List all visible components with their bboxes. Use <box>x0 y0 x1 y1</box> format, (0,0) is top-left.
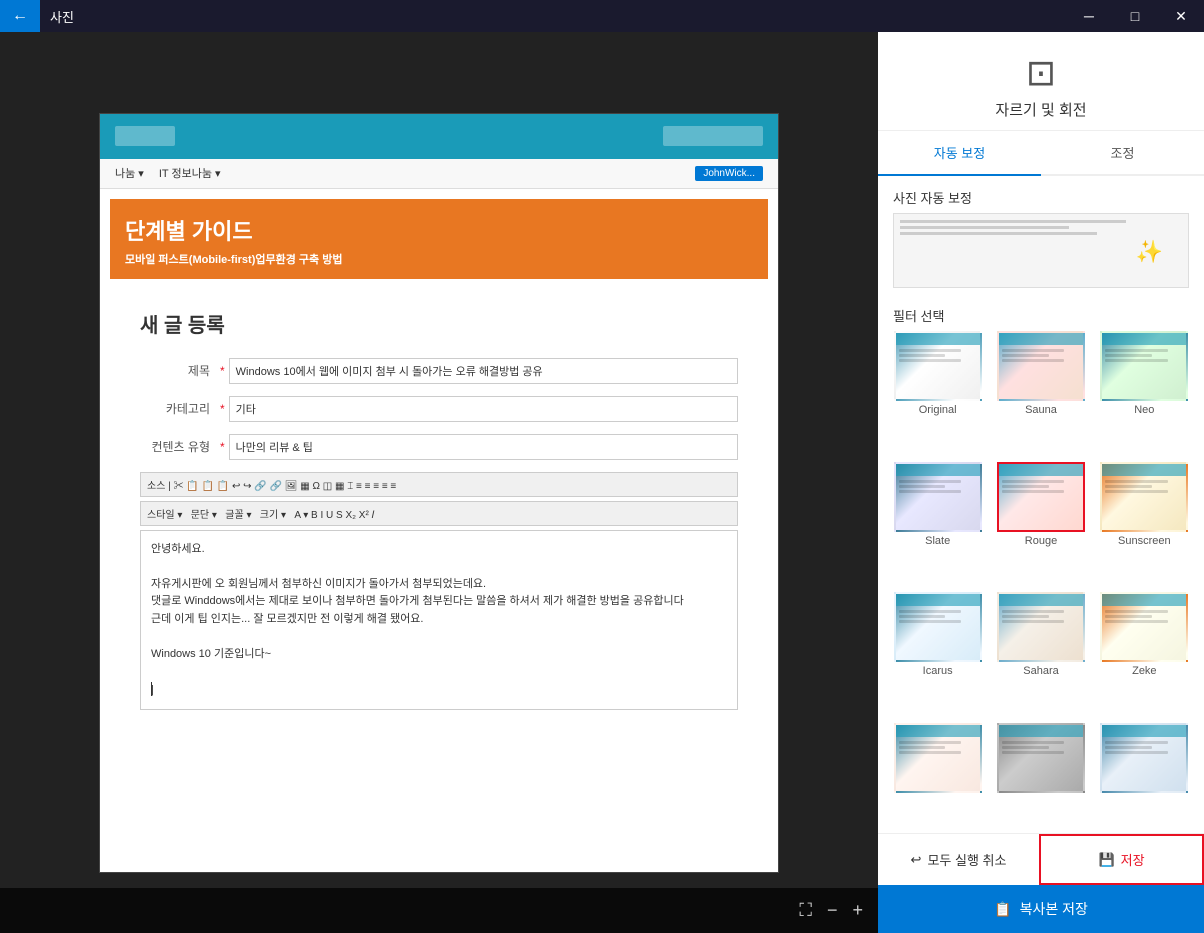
panel-header: ⊡ 자르기 및 회전 <box>878 32 1204 131</box>
wand-icon: ✨ <box>1136 239 1163 265</box>
fullscreen-button[interactable]: ⛶ <box>799 900 812 921</box>
filter-label-rouge: Rouge <box>1025 535 1057 547</box>
photo-area: 나눔 ▾ IT 정보나눔 ▾ JohnWick... 단계별 가이드 모바일 퍼… <box>0 32 878 933</box>
auto-preview-text <box>894 214 1188 241</box>
filter-item-sunscreen[interactable]: Sunscreen <box>1097 462 1192 585</box>
photo-preview: 나눔 ▾ IT 정보나눔 ▾ JohnWick... 단계별 가이드 모바일 퍼… <box>99 113 779 873</box>
form-row-category: 카테고리 * 기타 <box>140 396 738 422</box>
maximize-icon: □ <box>1131 8 1139 24</box>
photo-container: 나눔 ▾ IT 정보나눔 ▾ JohnWick... 단계별 가이드 모바일 퍼… <box>0 32 878 933</box>
editor-toolbar: 소스 | ✂ 📋 📋 📋 ↩ ↪ 🔗 🔗 🖼 ▦ Ω ◫ ▦ ⌶ ≡ ≡ ≡ ≡… <box>140 472 738 497</box>
close-icon: ✕ <box>1175 8 1187 25</box>
filter-label-icarus: Icarus <box>923 665 953 677</box>
minimize-icon: ─ <box>1084 8 1094 24</box>
form-heading: 새 글 등록 <box>140 309 738 338</box>
back-button[interactable]: ← <box>0 0 40 32</box>
banner-subtitle: 모바일 퍼스트(Mobile-first)업무환경 구축 방법 <box>125 251 753 267</box>
webpage-banner: 단계별 가이드 모바일 퍼스트(Mobile-first)업무환경 구축 방법 <box>110 199 768 279</box>
banner-title: 단계별 가이드 <box>125 214 753 246</box>
panel-title: 자르기 및 회전 <box>995 99 1086 120</box>
filter-item-slate[interactable]: Slate <box>890 462 985 585</box>
minimize-button[interactable]: ─ <box>1066 0 1112 32</box>
save-icon: 💾 <box>1098 852 1114 868</box>
filter-item-original[interactable]: Original <box>890 331 985 454</box>
tab-adjust[interactable]: 조정 <box>1041 131 1204 174</box>
filter-label-slate: Slate <box>925 535 950 547</box>
filter-item-extra1[interactable] <box>890 723 985 834</box>
save-button[interactable]: 💾 저장 <box>1039 834 1204 885</box>
form-row-content-type: 컨텐츠 유형 * 나만의 리뷰 & 팁 <box>140 434 738 460</box>
content-type-field: 나만의 리뷰 & 팁 <box>229 434 738 460</box>
undo-button[interactable]: ↩ 모두 실행 취소 <box>878 834 1039 885</box>
panel-tabs: 자동 보정 조정 <box>878 131 1204 176</box>
form-row-title: 제목 * Windows 10에서 웹에 이미지 첨부 시 돌아가는 오류 해결… <box>140 358 738 384</box>
save-copy-button[interactable]: 📋 복사본 저장 <box>878 885 1204 933</box>
webpage-nav: 나눔 ▾ IT 정보나눔 ▾ JohnWick... <box>100 159 778 189</box>
filter-label-zeke: Zeke <box>1132 665 1156 677</box>
filter-item-extra2[interactable] <box>993 723 1088 834</box>
filter-label-sahara: Sahara <box>1023 665 1058 677</box>
webpage-body: 새 글 등록 제목 * Windows 10에서 웹에 이미지 첨부 시 돌아가… <box>100 289 778 730</box>
webpage-header <box>100 114 778 159</box>
filter-item-neo[interactable]: Neo <box>1097 331 1192 454</box>
filter-label-neo: Neo <box>1134 404 1154 416</box>
app-title: 사진 <box>40 7 1066 26</box>
auto-correct-preview: ✨ <box>893 213 1189 288</box>
window-controls: ─ □ ✕ <box>1066 0 1204 32</box>
title-field: Windows 10에서 웹에 이미지 첨부 시 돌아가는 오류 해결방법 공유 <box>229 358 738 384</box>
tab-auto-correct[interactable]: 자동 보정 <box>878 131 1041 176</box>
filter-grid: Original Sauna Neo Slate Rouge <box>878 331 1204 833</box>
filter-item-zeke[interactable]: Zeke <box>1097 592 1192 715</box>
filter-item-rouge[interactable]: Rouge <box>993 462 1088 585</box>
editor-toolbar-2: 스타일 ▾ 문단 ▾ 글꼴 ▾ 크기 ▾ A ▾ B I U S X₂ X² 𝐼 <box>140 501 738 526</box>
filter-label-original: Original <box>919 404 957 416</box>
panel-actions: ↩ 모두 실행 취소 💾 저장 <box>878 833 1204 885</box>
editor-content: 안녕하세요. 자유게시판에 오 회원님께서 첨부하신 이미지가 돌아가서 첨부되… <box>140 530 738 710</box>
titlebar: ← 사진 ─ □ ✕ <box>0 0 1204 32</box>
filter-item-sauna[interactable]: Sauna <box>993 331 1088 454</box>
zoom-in-button[interactable]: + <box>852 900 863 921</box>
maximize-button[interactable]: □ <box>1112 0 1158 32</box>
crop-icon: ⊡ <box>1026 52 1056 94</box>
filter-label-sunscreen: Sunscreen <box>1118 535 1171 547</box>
right-panel: ⊡ 자르기 및 회전 자동 보정 조정 사진 자동 보정 ✨ 필터 선택 Ori… <box>878 32 1204 933</box>
category-field: 기타 <box>229 396 738 422</box>
back-icon: ← <box>12 7 28 25</box>
undo-icon: ↩ <box>911 852 922 868</box>
close-button[interactable]: ✕ <box>1158 0 1204 32</box>
filter-item-extra3[interactable] <box>1097 723 1192 834</box>
filter-item-icarus[interactable]: Icarus <box>890 592 985 715</box>
bottom-toolbar: ⛶ − + <box>0 888 878 933</box>
auto-correct-title: 사진 자동 보정 <box>878 176 1204 213</box>
copy-icon: 📋 <box>994 901 1011 918</box>
filter-label-sauna: Sauna <box>1025 404 1057 416</box>
filter-section-title: 필터 선택 <box>878 298 1204 331</box>
filter-item-sahara[interactable]: Sahara <box>993 592 1088 715</box>
zoom-out-button[interactable]: − <box>827 900 838 921</box>
